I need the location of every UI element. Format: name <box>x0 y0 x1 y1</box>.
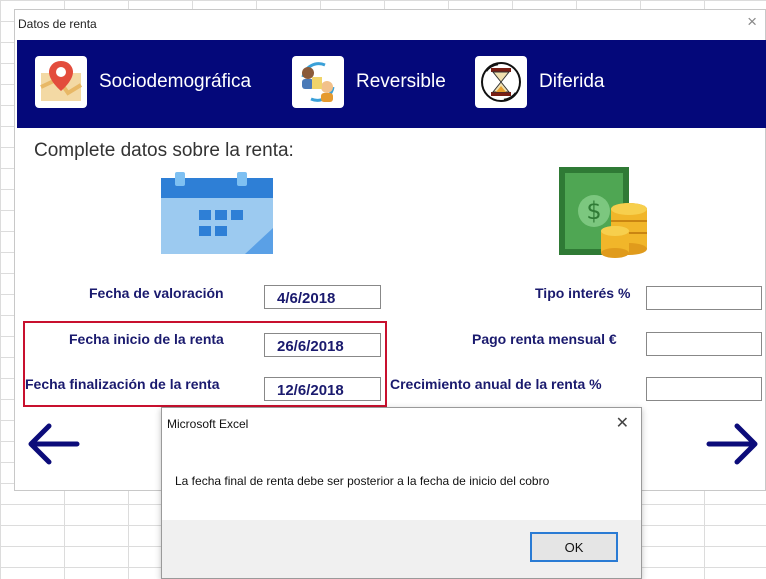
tab-sociodemografica[interactable]: Sociodemográfica <box>35 52 251 112</box>
tipo-interes-field[interactable] <box>646 286 762 310</box>
back-arrow-icon[interactable] <box>25 420 81 473</box>
pago-renta-field[interactable] <box>646 332 762 356</box>
map-pin-icon <box>35 56 87 108</box>
dialog-message: La fecha final de renta debe ser posteri… <box>175 474 550 488</box>
tipo-interes-label: Tipo interés % <box>535 285 631 301</box>
section-title: Complete datos sobre la renta: <box>34 140 294 161</box>
money-coins-icon: $ <box>559 165 651 264</box>
dialog-close-button[interactable]: ✕ <box>616 413 629 433</box>
error-dialog: Microsoft Excel ✕ La fecha final de rent… <box>161 407 642 579</box>
people-exchange-icon <box>292 56 344 108</box>
crecimiento-anual-label: Crecimiento anual de la renta % <box>390 376 602 392</box>
dialog-button-bar: OK <box>162 520 641 578</box>
navigation-banner: Sociodemográfica Reversible Diferida <box>17 40 766 128</box>
forward-arrow-icon[interactable] <box>705 420 761 473</box>
tab-label: Reversible <box>356 71 446 92</box>
tab-diferida[interactable]: Diferida <box>475 52 604 112</box>
calendar-icon <box>161 172 273 259</box>
form-close-button[interactable]: × <box>747 12 757 32</box>
tab-label: Diferida <box>539 71 605 92</box>
fecha-valoracion-label: Fecha de valoración <box>89 285 224 301</box>
pago-renta-label: Pago renta mensual € <box>472 331 617 347</box>
svg-text:$: $ <box>586 197 601 225</box>
validation-highlight-box <box>23 321 387 407</box>
tab-label: Sociodemográfica <box>99 71 252 92</box>
fecha-valoracion-field[interactable]: 4/6/2018 <box>264 285 381 309</box>
form-title: Datos de renta <box>18 17 97 31</box>
crecimiento-anual-field[interactable] <box>646 377 762 401</box>
tab-reversible[interactable]: Reversible <box>292 52 446 112</box>
dialog-title: Microsoft Excel <box>167 417 249 431</box>
ok-button[interactable]: OK <box>530 532 618 562</box>
hourglass-icon <box>475 56 527 108</box>
